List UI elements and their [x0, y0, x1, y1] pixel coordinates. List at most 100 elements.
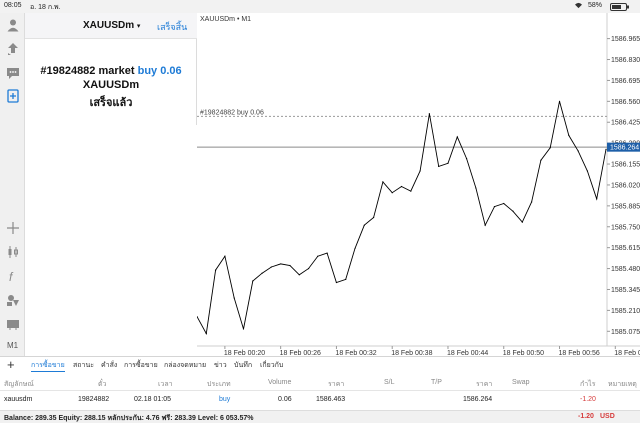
timeframe-button[interactable]: M1	[2, 341, 23, 350]
price-point	[568, 134, 570, 136]
price-point	[549, 147, 551, 149]
tab-orders[interactable]: คำสั่ง	[101, 360, 117, 371]
battery-icon	[610, 3, 630, 13]
y-tick-label: 1585.885	[611, 203, 640, 210]
y-tick-label: 1586.155	[611, 162, 640, 169]
price-point	[382, 181, 384, 183]
y-tick-label: 1586.695	[611, 78, 640, 85]
bottom-area	[0, 423, 640, 447]
y-tick-label: 1586.425	[611, 120, 640, 127]
price-point	[410, 190, 412, 192]
status-date: อ. 18 ก.พ.	[30, 4, 61, 11]
col-tp[interactable]: T/P	[431, 379, 442, 386]
col-sl[interactable]: S/L	[384, 379, 395, 386]
cell-profit: -1.20	[580, 396, 596, 403]
order-panel-header: XAUUSDm ▾ เสร็จสิ้น	[25, 13, 197, 39]
price-point	[438, 165, 440, 167]
function-icon[interactable]: f	[5, 268, 20, 283]
battery-percent: 58%	[588, 2, 603, 9]
col-comment[interactable]: หมายเหตุ	[608, 379, 637, 390]
col-open-price[interactable]: ราคา	[328, 379, 344, 390]
price-point	[465, 158, 468, 160]
chat-icon[interactable]	[5, 65, 20, 80]
price-point	[224, 255, 226, 257]
price-point	[270, 266, 272, 268]
price-point	[373, 216, 375, 219]
price-point	[596, 198, 598, 200]
profit-currency: USD	[600, 413, 615, 420]
price-point	[531, 201, 533, 203]
tab-trade[interactable]: การซื้อขาย	[31, 360, 65, 372]
cell-time: 02.18 01:05	[134, 396, 171, 403]
objects-icon[interactable]	[5, 292, 20, 307]
col-time[interactable]: เวลา	[158, 379, 173, 390]
layout-icon[interactable]	[5, 316, 20, 331]
tab-journal[interactable]: บันทึก	[234, 360, 252, 371]
price-point	[428, 113, 430, 115]
tab-history[interactable]: การซื้อขาย	[124, 360, 158, 371]
col-swap[interactable]: Swap	[512, 379, 530, 386]
y-tick-label: 1586.020	[611, 182, 640, 189]
svg-text:f: f	[9, 270, 14, 283]
tab-news[interactable]: ข่าว	[214, 360, 227, 371]
col-profit[interactable]: กำไร	[580, 379, 595, 390]
price-point	[456, 136, 458, 138]
wifi-icon	[574, 2, 583, 11]
left-toolbar: f M1	[0, 13, 25, 356]
price-point	[605, 148, 607, 150]
order-result-line: #19824882 market buy 0.06	[25, 65, 197, 77]
person-icon[interactable]	[5, 17, 20, 32]
col-symbol[interactable]: สัญลักษณ์	[4, 379, 34, 390]
price-point	[447, 162, 449, 164]
col-ticket[interactable]: ตั๋ว	[98, 379, 106, 390]
order-ticket: #19824882 market	[40, 65, 138, 77]
candles-icon[interactable]	[5, 244, 20, 259]
y-tick-label: 1585.345	[611, 287, 640, 294]
new-order-icon[interactable]	[5, 88, 20, 103]
done-button[interactable]: เสร็จสิ้น	[157, 20, 187, 34]
crosshair-icon[interactable]	[5, 220, 20, 235]
cell-type: buy	[219, 396, 231, 403]
order-status: เสร็จแล้ว	[89, 97, 133, 109]
price-point	[345, 278, 347, 281]
order-level-label: #19824882 buy 0.06	[200, 109, 264, 116]
order-symbol: XAUUSDm	[82, 79, 140, 91]
price-point	[419, 170, 421, 172]
price-chart[interactable]: 1586.965 1586.830 1586.695 1586.560 1586.425…	[196, 13, 640, 357]
price-point	[317, 255, 319, 257]
order-side: buy 0.06	[137, 65, 182, 77]
tab-about[interactable]: เกี่ยวกับ	[260, 360, 283, 371]
y-tick-label: 1585.210	[611, 308, 640, 315]
tab-mailbox[interactable]: กล่องจดหมาย	[164, 360, 206, 371]
cell-ticket: 19824882	[78, 396, 110, 403]
tab-positions[interactable]: สถานะ	[73, 360, 94, 371]
price-point	[326, 252, 328, 254]
order-panel: XAUUSDm ▾ เสร็จสิ้น #19824882 market buy…	[25, 13, 197, 125]
trade-arrows-icon[interactable]	[5, 41, 20, 56]
price-point	[298, 274, 300, 276]
price-point	[586, 170, 589, 172]
price-point	[540, 159, 542, 161]
price-point	[335, 281, 338, 284]
price-point	[289, 264, 291, 267]
add-button[interactable]: +	[7, 357, 15, 372]
cell-open-price: 1586.463	[316, 396, 346, 403]
cell-volume: 0.06	[278, 396, 292, 403]
col-type[interactable]: ประเภท	[207, 379, 231, 390]
price-point	[475, 187, 477, 189]
price-point	[493, 206, 496, 208]
col-price[interactable]: ราคา	[476, 379, 492, 390]
price-point	[512, 210, 514, 212]
price-point	[391, 192, 393, 194]
price-point	[521, 221, 523, 223]
chart-svg: 1586.965 1586.830 1586.695 1586.560 1586.425…	[196, 13, 640, 357]
price-point	[503, 202, 505, 205]
status-bar: 08:05 อ. 18 ก.พ. 58%	[0, 0, 640, 13]
symbol-selector[interactable]: XAUUSDm ▾	[83, 20, 140, 31]
table-row[interactable]: xauusdm 19824882 02.18 01:05 buy 0.06 15…	[0, 392, 640, 407]
price-point	[558, 100, 561, 102]
status-time: 08:05	[4, 2, 22, 9]
y-tick-label: 1585.480	[611, 266, 640, 273]
col-volume[interactable]: Volume	[268, 379, 291, 386]
y-tick-label: 1585.075	[611, 329, 640, 336]
